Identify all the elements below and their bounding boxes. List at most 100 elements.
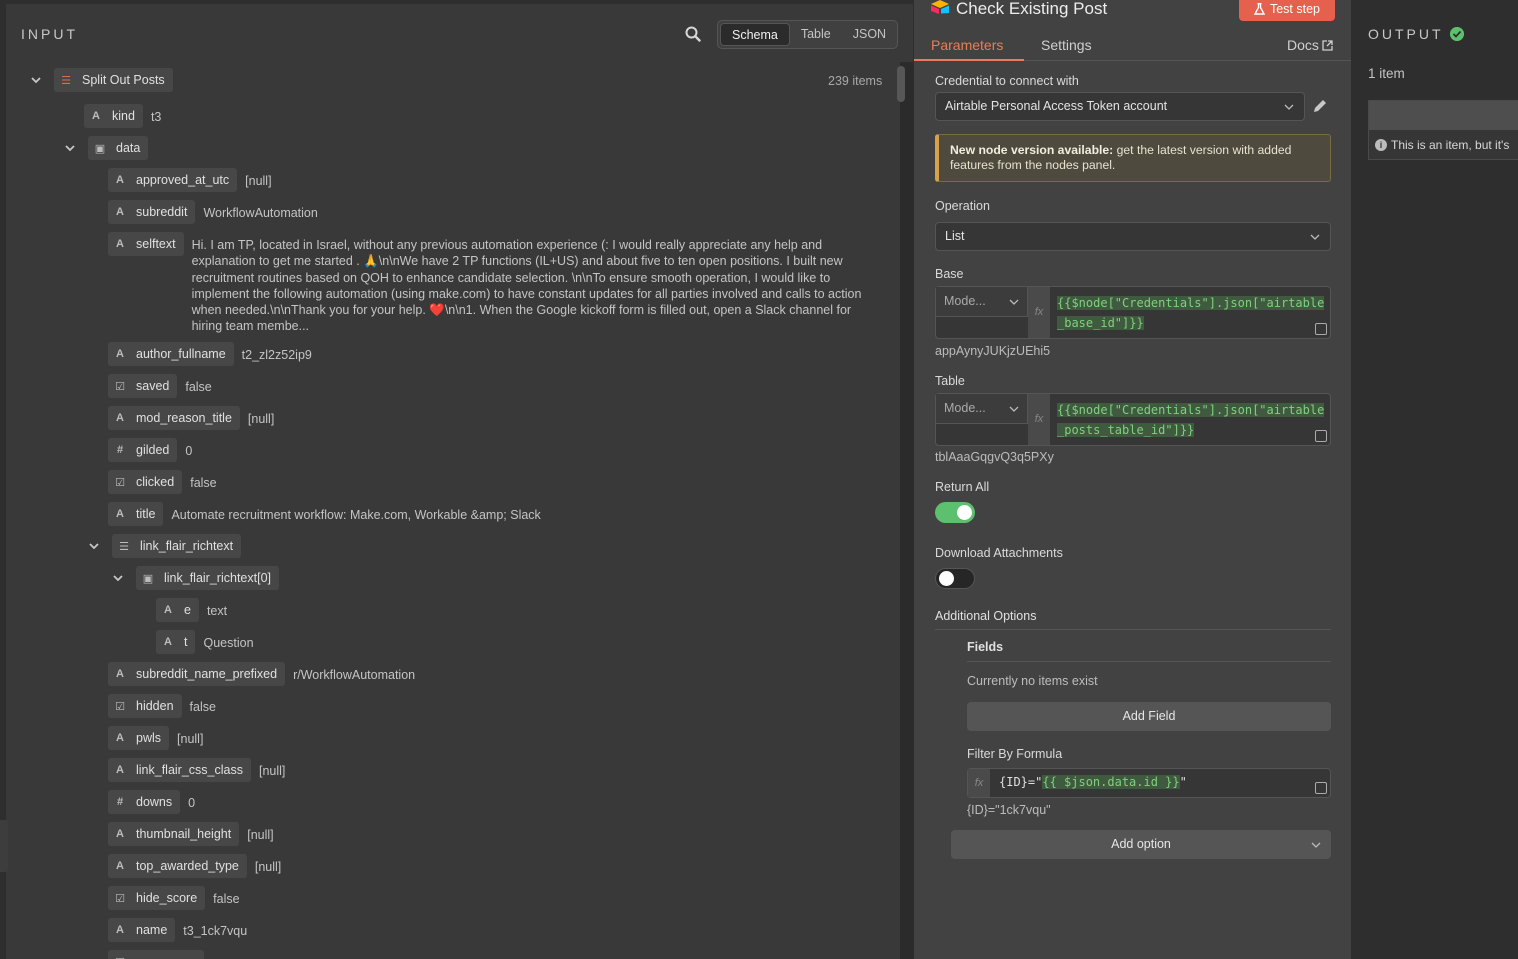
version-notice: New node version available: get the late… bbox=[935, 134, 1331, 182]
base-expression[interactable]: {{$node["Credentials"].json["airtable_ba… bbox=[1057, 293, 1329, 333]
string-type-icon: A bbox=[164, 604, 172, 616]
fx-icon: fx bbox=[1028, 394, 1050, 445]
tree-row-title[interactable]: Atitle Automate recruitment workflow: Ma… bbox=[108, 502, 541, 526]
string-type-icon: A bbox=[116, 924, 124, 936]
chevron-down-icon[interactable] bbox=[88, 540, 100, 552]
view-json-tab[interactable]: JSON bbox=[842, 23, 897, 46]
chevron-down-icon[interactable] bbox=[30, 74, 42, 86]
node-title[interactable]: Check Existing Post bbox=[956, 0, 1107, 19]
output-item-count: 1 item bbox=[1368, 66, 1405, 81]
table-label: Table bbox=[935, 374, 965, 388]
search-icon[interactable] bbox=[685, 26, 701, 42]
tree-row-saved[interactable]: ☑ saved false bbox=[108, 374, 212, 398]
string-type-icon: A bbox=[116, 668, 124, 680]
input-title: INPUT bbox=[21, 26, 78, 42]
tree-row-approved-at-utc[interactable]: Aapproved_at_utc [null] bbox=[108, 168, 272, 192]
chevron-down-icon bbox=[1284, 104, 1294, 110]
expand-icon[interactable] bbox=[1315, 782, 1327, 794]
tree-row-subreddit-name-prefixed[interactable]: Asubreddit_name_prefixed r/WorkflowAutom… bbox=[108, 662, 415, 686]
no-items-text: Currently no items exist bbox=[967, 674, 1098, 688]
base-expression-field[interactable]: Mode... fx {{$node["Credentials"].json["… bbox=[935, 286, 1331, 339]
string-type-icon: A bbox=[116, 732, 124, 744]
table-mode-select[interactable]: Mode... bbox=[936, 394, 1028, 424]
credential-select[interactable]: Airtable Personal Access Token account bbox=[935, 92, 1305, 121]
credential-label: Credential to connect with bbox=[935, 74, 1079, 88]
return-all-toggle[interactable] bbox=[935, 502, 975, 523]
tree-row-pwls[interactable]: Apwls [null] bbox=[108, 726, 203, 750]
tree-row-link-flair-richtext-0[interactable]: ▣ link_flair_richtext[0] bbox=[112, 566, 279, 590]
filter-formula-label: Filter By Formula bbox=[967, 747, 1063, 761]
tree-row-top-awarded-type[interactable]: Atop_awarded_type [null] bbox=[108, 854, 281, 878]
tree-row-mod-reason-title[interactable]: Amod_reason_title [null] bbox=[108, 406, 274, 430]
object-type-icon: ▣ bbox=[142, 572, 154, 585]
table-expression[interactable]: {{$node["Credentials"].json["airtable_po… bbox=[1057, 400, 1329, 440]
chevron-down-icon bbox=[1310, 234, 1320, 240]
number-type-icon: # bbox=[116, 444, 124, 456]
tree-row-hide-score[interactable]: ☑ hide_score false bbox=[108, 886, 240, 910]
tree-row-thumbnail-height[interactable]: Athumbnail_height [null] bbox=[108, 822, 274, 846]
tree-row-link-flair-richtext[interactable]: ☰ link_flair_richtext bbox=[88, 534, 242, 558]
object-type-icon: ▣ bbox=[94, 142, 106, 155]
panel-resize-handle[interactable] bbox=[0, 820, 8, 872]
expand-icon[interactable] bbox=[1315, 430, 1327, 442]
string-type-icon: A bbox=[116, 508, 124, 520]
checkbox-type-icon: ☑ bbox=[115, 380, 125, 393]
test-step-button[interactable]: Test step bbox=[1239, 0, 1335, 21]
fx-icon: fx bbox=[1028, 287, 1050, 338]
tree-row-author-fullname[interactable]: Aauthor_fullname t2_zl2z52ip9 bbox=[108, 342, 312, 366]
tree-row-clicked[interactable]: ☑ clicked false bbox=[108, 470, 217, 494]
string-type-icon: A bbox=[116, 206, 124, 218]
base-mode-select[interactable]: Mode... bbox=[936, 287, 1028, 317]
input-scrollbar[interactable] bbox=[897, 66, 905, 102]
output-item-card: i This is an item, but it's bbox=[1368, 100, 1518, 160]
string-type-icon: A bbox=[116, 828, 124, 840]
chevron-down-icon[interactable] bbox=[112, 572, 124, 584]
checkbox-type-icon: ☑ bbox=[108, 950, 132, 959]
tree-row-data[interactable]: ▣ data bbox=[64, 136, 149, 160]
string-type-icon: A bbox=[116, 238, 124, 250]
string-type-icon: A bbox=[116, 174, 124, 186]
add-field-button[interactable]: Add Field bbox=[967, 702, 1331, 731]
table-resolved-value: tblAaaGqgvQ3q5PXy bbox=[935, 450, 1054, 464]
n8n-node-editor: INPUT Schema Table JSON ☰ Split Out Posts… bbox=[0, 0, 1518, 959]
chevron-down-icon[interactable] bbox=[64, 142, 76, 154]
string-type-icon: A bbox=[116, 860, 124, 872]
edit-pencil-icon[interactable] bbox=[1312, 98, 1328, 114]
list-icon: ☰ bbox=[61, 74, 71, 87]
tree-row-downs[interactable]: # downs 0 bbox=[108, 790, 195, 814]
download-attachments-label: Download Attachments bbox=[935, 546, 1063, 560]
view-table-tab[interactable]: Table bbox=[790, 23, 842, 46]
operation-select[interactable]: List bbox=[935, 222, 1331, 251]
add-option-button[interactable]: Add option bbox=[951, 830, 1331, 859]
tree-row-subreddit[interactable]: Asubreddit WorkflowAutomation bbox=[108, 200, 318, 224]
download-attachments-toggle[interactable] bbox=[935, 568, 975, 589]
tab-parameters[interactable]: Parameters bbox=[931, 37, 1003, 53]
output-panel: OUTPUT 1 item i This is an item, but it's bbox=[1352, 0, 1518, 959]
node-tabs: Parameters Settings Docs bbox=[914, 30, 1351, 61]
expand-icon[interactable] bbox=[1315, 323, 1327, 335]
fields-label: Fields bbox=[967, 640, 1331, 662]
flask-icon bbox=[1253, 2, 1265, 15]
tree-row-gilded[interactable]: # gilded 0 bbox=[108, 438, 192, 462]
table-expression-field[interactable]: Mode... fx {{$node["Credentials"].json["… bbox=[935, 393, 1331, 446]
base-label: Base bbox=[935, 267, 964, 281]
tree-row-t[interactable]: At Question bbox=[156, 630, 254, 654]
tree-row-name[interactable]: Aname t3_1ck7vqu bbox=[108, 918, 247, 942]
view-schema-tab[interactable]: Schema bbox=[720, 23, 790, 46]
filter-formula-field[interactable]: fx {ID}="{{ $json.data.id }}" bbox=[967, 768, 1331, 798]
string-type-icon: A bbox=[164, 636, 172, 648]
tree-row-hidden[interactable]: ☑ hidden false bbox=[108, 694, 216, 718]
external-link-icon bbox=[1322, 40, 1333, 51]
filter-formula-expression[interactable]: {ID}="{{ $json.data.id }}" bbox=[999, 775, 1187, 789]
tree-row-root[interactable]: ☰ Split Out Posts bbox=[30, 68, 173, 92]
docs-link[interactable]: Docs bbox=[1287, 37, 1333, 53]
tree-row-e[interactable]: Ae text bbox=[156, 598, 227, 622]
airtable-logo-icon bbox=[931, 0, 949, 14]
tree-row-kind[interactable]: Akind t3 bbox=[84, 104, 161, 128]
tree-row-link-flair-css-class[interactable]: Alink_flair_css_class [null] bbox=[108, 758, 285, 782]
output-title: OUTPUT bbox=[1368, 26, 1444, 42]
additional-options-label: Additional Options bbox=[935, 609, 1331, 630]
tab-settings[interactable]: Settings bbox=[1041, 37, 1092, 53]
string-type-icon: A bbox=[92, 110, 100, 122]
tree-row-selftext[interactable]: Aselftext Hi. I am TP, located in Israel… bbox=[108, 232, 882, 333]
